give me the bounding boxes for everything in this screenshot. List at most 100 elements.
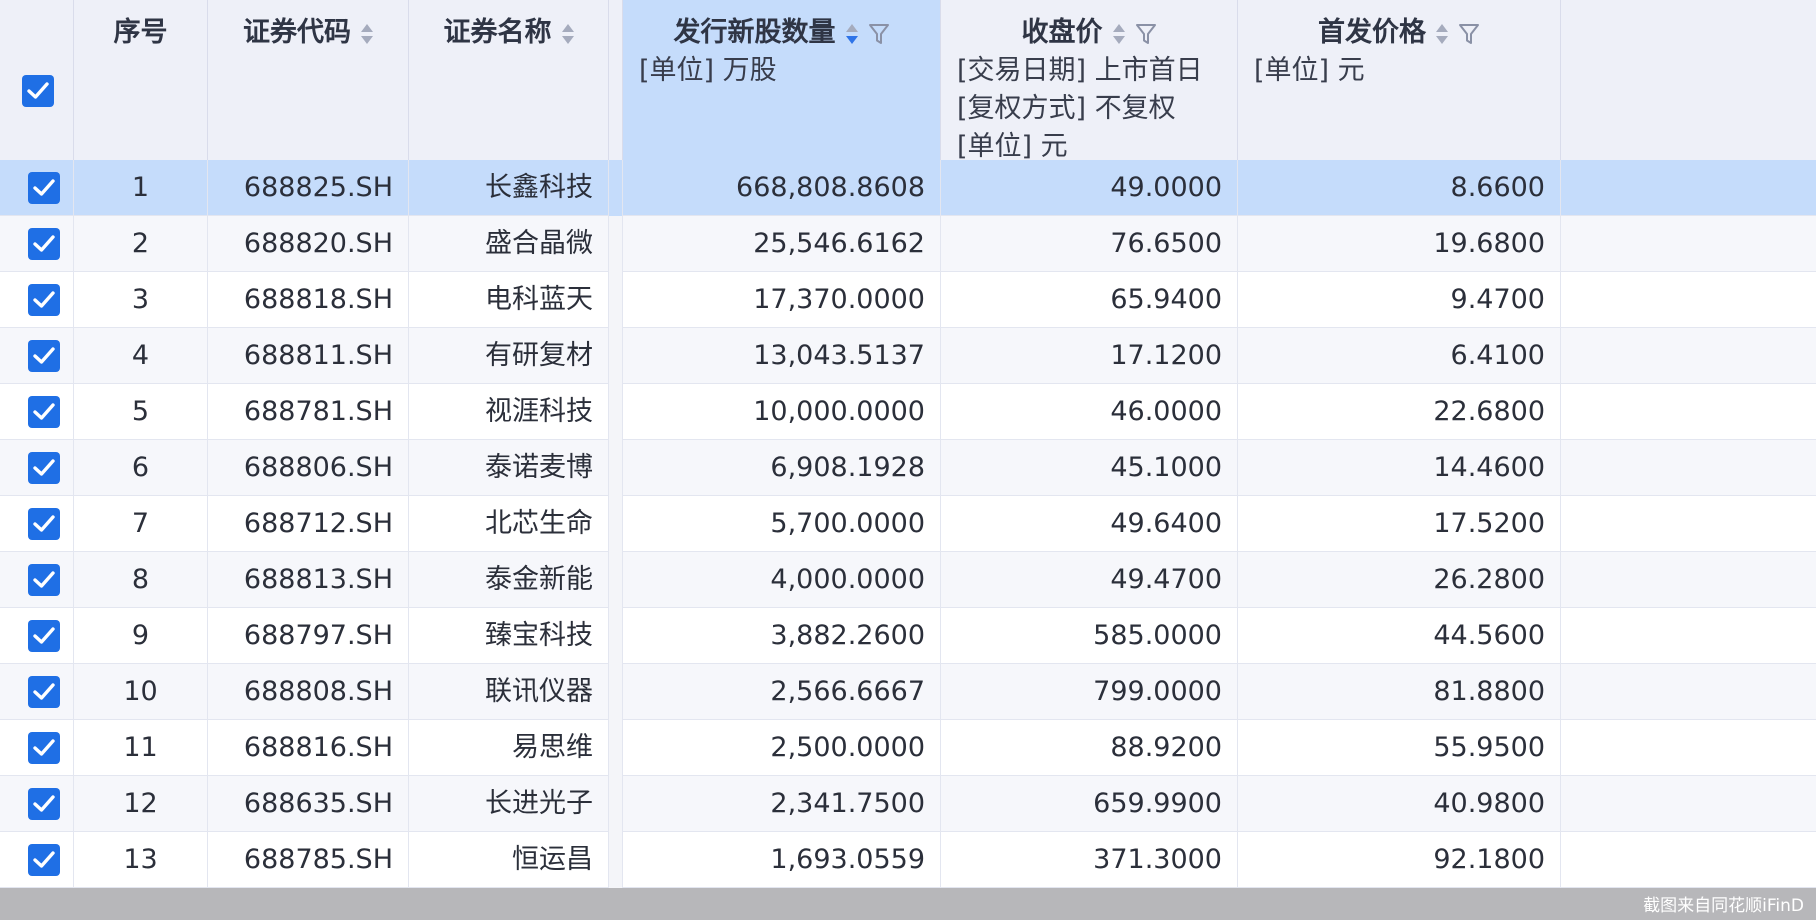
column-resize-gap bbox=[609, 272, 623, 328]
column-title-label: 证券代码 bbox=[243, 17, 351, 48]
row-select-cell[interactable] bbox=[0, 440, 74, 496]
sort-arrows-icon[interactable] bbox=[361, 21, 373, 47]
table-row[interactable]: 10 688808.SH 联讯仪器 2,566.6667 799.0000 81.8800 bbox=[0, 664, 1816, 720]
column-resize-gap bbox=[609, 440, 623, 496]
cell-close: 371.3000 bbox=[941, 832, 1238, 888]
column-header-index[interactable]: 序号 bbox=[74, 0, 208, 184]
cell-index: 5 bbox=[74, 384, 208, 440]
row-checkbox[interactable] bbox=[28, 676, 60, 708]
watermark-bar: 截图来自同花顺iFinD bbox=[0, 888, 1816, 920]
column-header-close[interactable]: 收盘价 [交易日期] 上市首日 [复权方式] 不复权 [单位] 元 bbox=[941, 0, 1238, 184]
checkmark-icon bbox=[33, 347, 55, 364]
column-header-title: 收盘价 bbox=[941, 10, 1237, 49]
cell-name: 联讯仪器 bbox=[409, 664, 609, 720]
row-select-cell[interactable] bbox=[0, 384, 74, 440]
cell-shares: 4,000.0000 bbox=[623, 552, 941, 608]
cell-name: 北芯生命 bbox=[409, 496, 609, 552]
cell-shares: 6,908.1928 bbox=[623, 440, 941, 496]
sort-arrows-icon[interactable] bbox=[561, 21, 574, 47]
filter-funnel-icon[interactable] bbox=[1458, 22, 1480, 46]
cell-code: 688806.SH bbox=[208, 440, 409, 496]
row-checkbox[interactable] bbox=[28, 396, 60, 428]
sort-arrows-icon[interactable] bbox=[845, 21, 858, 47]
checkmark-icon bbox=[33, 627, 55, 644]
cell-close: 49.0000 bbox=[941, 160, 1238, 216]
row-checkbox[interactable] bbox=[28, 564, 60, 596]
cell-ipo_price: 6.4100 bbox=[1238, 328, 1561, 384]
column-resize-gap bbox=[609, 664, 623, 720]
table-row[interactable]: 11 688816.SH 易思维 2,500.0000 88.9200 55.9500 bbox=[0, 720, 1816, 776]
row-checkbox[interactable] bbox=[28, 172, 60, 204]
cell-ipo_price: 9.4700 bbox=[1238, 272, 1561, 328]
cell-name: 盛合晶微 bbox=[409, 216, 609, 272]
cell-ipo_price: 8.6600 bbox=[1238, 160, 1561, 216]
cell-index: 9 bbox=[74, 608, 208, 664]
cell-close: 88.9200 bbox=[941, 720, 1238, 776]
column-header-shares[interactable]: 发行新股数量 [单位] 万股 bbox=[623, 0, 941, 184]
column-title-label: 证券名称 bbox=[443, 17, 552, 48]
cell-code: 688635.SH bbox=[208, 776, 409, 832]
row-select-cell[interactable] bbox=[0, 272, 74, 328]
column-header-name[interactable]: 证券名称 bbox=[409, 0, 609, 184]
row-select-cell[interactable] bbox=[0, 832, 74, 888]
column-header-title: 证券名称 bbox=[409, 10, 608, 49]
cell-code: 688712.SH bbox=[208, 496, 409, 552]
column-resize-gap bbox=[609, 608, 623, 664]
table-row[interactable]: 8 688813.SH 泰金新能 4,000.0000 49.4700 26.2800 bbox=[0, 552, 1816, 608]
cell-index: 2 bbox=[74, 216, 208, 272]
cell-shares: 5,700.0000 bbox=[623, 496, 941, 552]
table-row[interactable]: 4 688811.SH 有研复材 13,043.5137 17.1200 6.4100 bbox=[0, 328, 1816, 384]
row-checkbox[interactable] bbox=[28, 452, 60, 484]
row-checkbox[interactable] bbox=[28, 788, 60, 820]
table-row[interactable]: 5 688781.SH 视涯科技 10,000.0000 46.0000 22.6800 bbox=[0, 384, 1816, 440]
table-row[interactable]: 7 688712.SH 北芯生命 5,700.0000 49.6400 17.5200 bbox=[0, 496, 1816, 552]
row-checkbox[interactable] bbox=[28, 228, 60, 260]
table-row[interactable]: 9 688797.SH 臻宝科技 3,882.2600 585.0000 44.5600 bbox=[0, 608, 1816, 664]
cell-name: 泰金新能 bbox=[409, 552, 609, 608]
row-checkbox[interactable] bbox=[28, 620, 60, 652]
sort-arrows-icon[interactable] bbox=[1436, 21, 1448, 47]
table-row[interactable]: 13 688785.SH 恒运昌 1,693.0559 371.3000 92.1800 bbox=[0, 832, 1816, 888]
checkmark-icon bbox=[33, 851, 55, 868]
table-row[interactable]: 6 688806.SH 泰诺麦博 6,908.1928 45.1000 14.4600 bbox=[0, 440, 1816, 496]
checkmark-icon bbox=[33, 235, 55, 252]
filter-funnel-icon[interactable] bbox=[1135, 22, 1157, 46]
row-checkbox[interactable] bbox=[28, 844, 60, 876]
checkmark-icon bbox=[27, 82, 49, 99]
cell-shares: 3,882.2600 bbox=[623, 608, 941, 664]
column-resize-gap bbox=[609, 328, 623, 384]
row-checkbox[interactable] bbox=[28, 732, 60, 764]
table-row[interactable]: 12 688635.SH 长进光子 2,341.7500 659.9900 40.9800 bbox=[0, 776, 1816, 832]
row-select-cell[interactable] bbox=[0, 496, 74, 552]
table-row[interactable]: 2 688820.SH 盛合晶微 25,546.6162 76.6500 19.6800 bbox=[0, 216, 1816, 272]
row-select-cell[interactable] bbox=[0, 552, 74, 608]
table-row[interactable]: 3 688818.SH 电科蓝天 17,370.0000 65.9400 9.4700 bbox=[0, 272, 1816, 328]
select-all-checkbox[interactable] bbox=[22, 75, 54, 107]
column-header-code[interactable]: 证券代码 bbox=[208, 0, 409, 184]
checkmark-icon bbox=[33, 403, 55, 420]
row-checkbox[interactable] bbox=[28, 340, 60, 372]
row-select-cell[interactable] bbox=[0, 776, 74, 832]
row-select-cell[interactable] bbox=[0, 216, 74, 272]
sort-arrows-icon[interactable] bbox=[1112, 21, 1125, 47]
cell-name: 长鑫科技 bbox=[409, 160, 609, 216]
cell-code: 688818.SH bbox=[208, 272, 409, 328]
row-checkbox[interactable] bbox=[28, 508, 60, 540]
column-header-ipo_price[interactable]: 首发价格 [单位] 元 bbox=[1238, 0, 1561, 184]
row-select-cell[interactable] bbox=[0, 720, 74, 776]
cell-ipo_price: 92.1800 bbox=[1238, 832, 1561, 888]
table-row[interactable]: 1 688825.SH 长鑫科技 668,808.8608 49.0000 8.6600 bbox=[0, 160, 1816, 216]
row-select-cell[interactable] bbox=[0, 328, 74, 384]
cell-close: 65.9400 bbox=[941, 272, 1238, 328]
column-title-label: 收盘价 bbox=[1021, 17, 1103, 48]
row-select-cell[interactable] bbox=[0, 664, 74, 720]
column-title-label: 序号 bbox=[113, 17, 168, 48]
row-select-cell[interactable] bbox=[0, 608, 74, 664]
cell-code: 688811.SH bbox=[208, 328, 409, 384]
cell-code: 688808.SH bbox=[208, 664, 409, 720]
filter-funnel-icon[interactable] bbox=[868, 22, 890, 46]
cell-name: 有研复材 bbox=[409, 328, 609, 384]
checkmark-icon bbox=[33, 571, 55, 588]
row-select-cell[interactable] bbox=[0, 160, 74, 216]
row-checkbox[interactable] bbox=[28, 284, 60, 316]
